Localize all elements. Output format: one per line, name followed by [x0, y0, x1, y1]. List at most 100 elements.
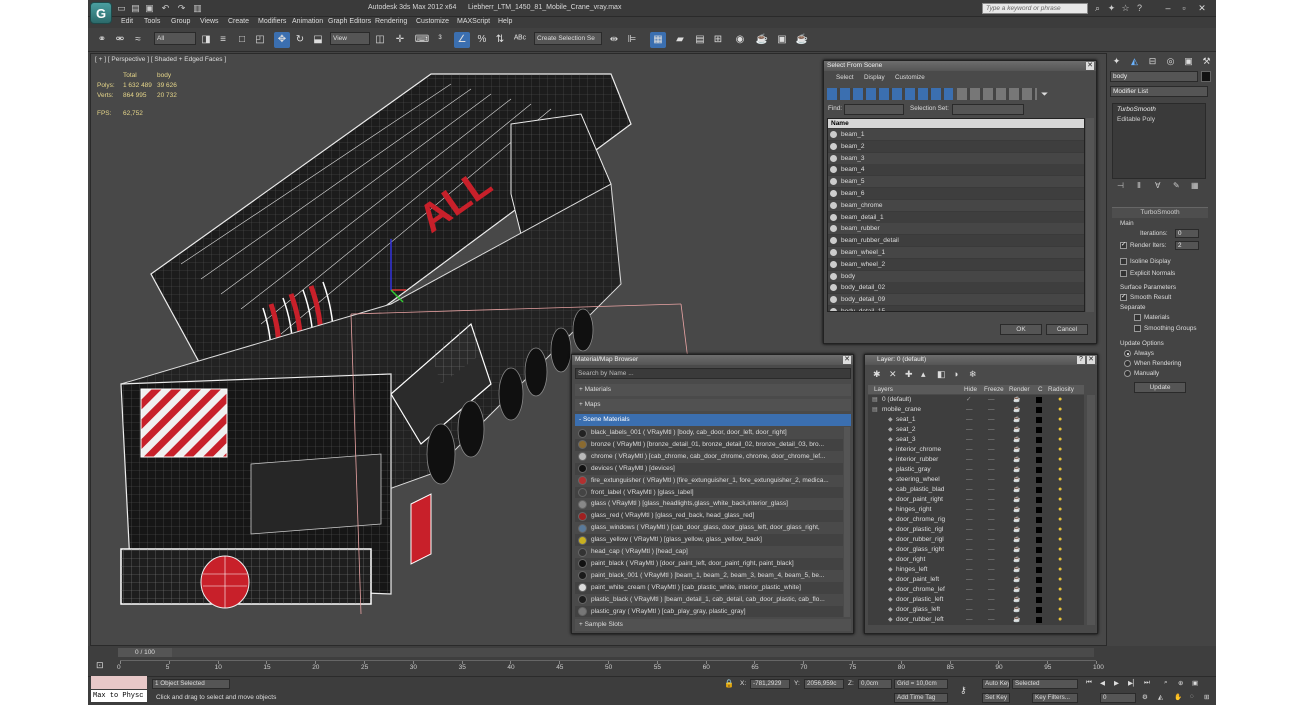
hide-toggle[interactable]: —: [966, 565, 973, 575]
radiosity-bulb-icon[interactable]: ●: [1058, 435, 1062, 445]
render-teapot-icon[interactable]: ☕: [1013, 545, 1020, 555]
scene-object-row[interactable]: body_detail_02: [828, 282, 1084, 294]
render-production-icon[interactable]: ☕: [794, 32, 810, 48]
filter-funnel-icon[interactable]: ⏷: [1041, 89, 1048, 100]
layer-scrollbar[interactable]: [1087, 395, 1095, 625]
layer-color-swatch[interactable]: [1036, 407, 1042, 413]
open-file-icon[interactable]: ▤: [130, 3, 141, 14]
close-icon[interactable]: ✕: [1086, 62, 1094, 70]
render-teapot-icon[interactable]: ☕: [1013, 435, 1020, 445]
freeze-toggle[interactable]: —: [988, 525, 995, 535]
freeze-toggle[interactable]: —: [988, 455, 995, 465]
layer-object-row[interactable]: interior_rubber ◆ — — ☕ ●: [868, 455, 1084, 465]
hide-toggle[interactable]: —: [966, 455, 973, 465]
freeze-toggle[interactable]: —: [988, 495, 995, 505]
new-file-icon[interactable]: ▭: [116, 3, 127, 14]
cancel-button[interactable]: Cancel: [1046, 324, 1088, 335]
render-teapot-icon[interactable]: ☕: [1013, 495, 1020, 505]
material-row[interactable]: fire_extunguisher ( VRayMtl ) [fire_extu…: [575, 474, 843, 487]
radiosity-bulb-icon[interactable]: ●: [1058, 545, 1062, 555]
layer-object-row[interactable]: door_plastic_left ◆ — — ☕ ●: [868, 595, 1084, 605]
isoline-checkbox[interactable]: [1120, 258, 1127, 265]
render-teapot-icon[interactable]: ☕: [1013, 455, 1020, 465]
when-rendering-radio[interactable]: [1124, 360, 1131, 367]
col-layers[interactable]: Layers: [874, 386, 893, 393]
radiosity-bulb-icon[interactable]: ●: [1058, 615, 1062, 625]
freeze-toggle[interactable]: —: [988, 435, 995, 445]
layer-object-row[interactable]: door_rubber_rigl ◆ — — ☕ ●: [868, 535, 1084, 545]
layer-color-swatch[interactable]: [1036, 577, 1042, 583]
help-search-input[interactable]: Type a keyword or phrase: [982, 3, 1088, 14]
select-rotate-icon[interactable]: ↻: [292, 32, 308, 48]
render-teapot-icon[interactable]: ☕: [1013, 585, 1020, 595]
layer-object-row[interactable]: door_rubber_left ◆ — — ☕ ●: [868, 615, 1084, 625]
help-icon[interactable]: ?: [1134, 3, 1145, 14]
manipulate-icon[interactable]: ✛: [392, 32, 408, 48]
menu-tools[interactable]: Tools: [144, 18, 160, 25]
radiosity-bulb-icon[interactable]: ●: [1058, 465, 1062, 475]
redo-icon[interactable]: ↷: [176, 3, 187, 14]
freeze-toggle[interactable]: —: [988, 465, 995, 475]
mini-curve-editor-icon[interactable]: ⊡: [96, 660, 104, 671]
iterations-spinner[interactable]: 0: [1175, 229, 1199, 238]
material-row[interactable]: front_label ( VRayMtl ) [glass_label]: [575, 486, 843, 499]
render-teapot-icon[interactable]: ☕: [1013, 395, 1020, 405]
layer-color-swatch[interactable]: [1036, 417, 1042, 423]
layer-color-swatch[interactable]: [1036, 617, 1042, 623]
percent-snap-icon[interactable]: %: [474, 32, 490, 48]
layer-color-swatch[interactable]: [1036, 427, 1042, 433]
rect-selection-icon[interactable]: □: [234, 32, 250, 48]
freeze-toggle[interactable]: —: [988, 425, 995, 435]
previous-frame-icon[interactable]: ◀: [1100, 679, 1105, 687]
material-row[interactable]: head_cap ( VRayMtl ) [head_cap]: [575, 546, 843, 558]
utilities-tab-icon[interactable]: ⚒: [1200, 55, 1213, 67]
mirror-icon[interactable]: ⇹: [606, 32, 622, 48]
stack-item-turbosmooth[interactable]: TurboSmooth: [1117, 106, 1156, 113]
radiosity-bulb-icon[interactable]: ●: [1058, 595, 1062, 605]
radiosity-bulb-icon[interactable]: ●: [1058, 475, 1062, 485]
scene-object-row[interactable]: beam_wheel_1: [828, 247, 1084, 258]
materials-scrollbar[interactable]: [844, 427, 850, 617]
fov-icon[interactable]: ◭: [1158, 693, 1163, 701]
filter-type-buttons[interactable]: [827, 88, 953, 100]
layer-color-swatch[interactable]: [1036, 457, 1042, 463]
scene-object-row[interactable]: beam_chrome: [828, 199, 1084, 211]
remove-modifier-icon[interactable]: ✎: [1173, 181, 1180, 190]
close-icon[interactable]: ✕: [1087, 356, 1095, 364]
render-teapot-icon[interactable]: ☕: [1013, 565, 1020, 575]
col-radiosity[interactable]: Radiosity: [1048, 386, 1074, 393]
layer-object-row[interactable]: hinges_right ◆ — — ☕ ●: [868, 505, 1084, 515]
material-editor-icon[interactable]: ◉: [732, 32, 748, 48]
smoothing-groups-checkbox[interactable]: [1134, 325, 1141, 332]
sfs-menu-customize[interactable]: Customize: [895, 74, 925, 81]
lock-selection-icon[interactable]: 🔒: [724, 679, 734, 688]
zoom-icon[interactable]: ⌕: [1164, 679, 1168, 687]
select-scale-icon[interactable]: ⬓: [310, 32, 326, 48]
pin-stack-icon[interactable]: ⊣: [1117, 181, 1124, 190]
scene-object-row[interactable]: beam_2: [828, 140, 1084, 152]
radiosity-bulb-icon[interactable]: ●: [1058, 555, 1062, 565]
rendered-frame-icon[interactable]: ▣: [774, 32, 790, 48]
render-teapot-icon[interactable]: ☕: [1013, 515, 1020, 525]
scene-object-row[interactable]: beam_rubber: [828, 223, 1084, 235]
make-unique-icon[interactable]: ∀: [1155, 181, 1160, 190]
z-coord-input[interactable]: 0,0cm: [858, 679, 892, 689]
select-object-icon[interactable]: ◨: [198, 32, 214, 48]
maxscript-output[interactable]: [91, 676, 147, 689]
selection-set-dropdown[interactable]: [952, 104, 1024, 115]
layer-color-swatch[interactable]: [1036, 517, 1042, 523]
freeze-all-icon[interactable]: ❄: [969, 369, 977, 380]
object-name-input[interactable]: body: [1110, 71, 1198, 82]
layer-object-row[interactable]: door_glass_left ◆ — — ☕ ●: [868, 605, 1084, 615]
scene-object-row[interactable]: beam_3: [828, 152, 1084, 164]
render-teapot-icon[interactable]: ☕: [1013, 605, 1020, 615]
x-coord-input[interactable]: -781,2929: [750, 679, 790, 689]
time-slider-track[interactable]: [118, 648, 1094, 657]
layer-object-row[interactable]: seat_3 ◆ — — ☕ ●: [868, 435, 1084, 445]
zoom-extents-icon[interactable]: ▣: [1192, 679, 1198, 687]
freeze-toggle[interactable]: —: [988, 485, 995, 495]
radiosity-bulb-icon[interactable]: ●: [1058, 515, 1062, 525]
layer-color-swatch[interactable]: [1036, 507, 1042, 513]
radiosity-bulb-icon[interactable]: ●: [1058, 415, 1062, 425]
zoom-all-icon[interactable]: ⊕: [1178, 679, 1183, 687]
